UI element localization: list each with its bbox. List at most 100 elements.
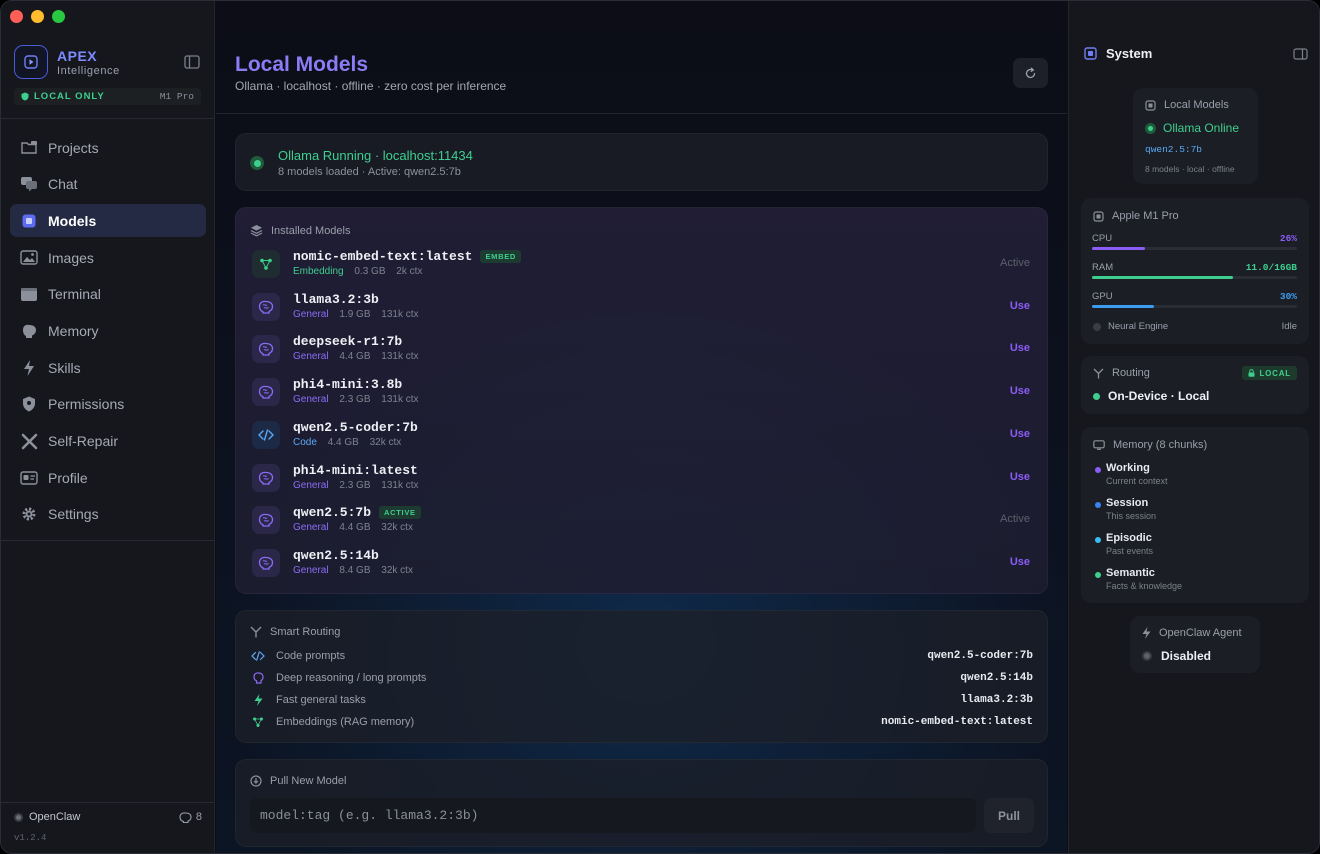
model-meta: General 2.3 GB 131k ctx: [293, 480, 427, 491]
shield-check-icon: [21, 92, 29, 101]
cpu-icon: [20, 212, 38, 230]
model-context: 32k ctx: [381, 522, 413, 534]
model-tag-input[interactable]: model:tag (e.g. llama3.2:3b): [250, 798, 976, 833]
use-model-button[interactable]: Use: [1010, 300, 1030, 312]
sidebar-item-chat[interactable]: Chat: [10, 168, 206, 201]
local-badge: LOCAL: [1242, 366, 1297, 380]
brain-icon: [252, 335, 280, 364]
routing-mode-dot: [1093, 392, 1100, 400]
local-only-badge: LOCAL ONLY M1 Pro: [14, 88, 201, 105]
routing-rule-model: qwen2.5-coder:7b: [927, 650, 1033, 662]
image-icon: [20, 249, 38, 267]
local-models-header: Local Models: [1145, 99, 1229, 111]
cpu-icon: [1093, 210, 1104, 222]
gpu-bar: [1092, 305, 1297, 308]
sidebar-nav: Projects Chat Models Images Terminal Mem…: [10, 131, 206, 535]
use-model-button[interactable]: Use: [1010, 556, 1030, 568]
divider: [1, 118, 215, 119]
model-meta: General 8.4 GB 32k ctx: [293, 565, 421, 576]
routing-rule-row: Embeddings (RAG memory) nomic-embed-text…: [250, 714, 1033, 730]
sidebar: APEX Intelligence LOCAL ONLY M1 Pro Proj…: [1, 1, 215, 853]
sidebar-item-projects[interactable]: Projects: [10, 131, 206, 164]
id-card-icon: [20, 469, 38, 487]
model-category: General: [293, 564, 329, 576]
model-row: phi4-mini:latest General 2.3 GB 131k ctx…: [250, 461, 1036, 501]
installed-models-title: Installed Models: [271, 224, 351, 237]
close-window-button[interactable]: [10, 10, 23, 23]
sidebar-item-memory[interactable]: Memory: [10, 314, 206, 347]
sidebar-item-settings[interactable]: Settings: [10, 498, 206, 531]
bolt-icon: [1142, 627, 1151, 639]
brain-icon: [252, 463, 280, 492]
memory-title: Memory (8 chunks): [1113, 439, 1208, 451]
use-model-button[interactable]: Use: [1010, 428, 1030, 440]
model-category: General: [293, 479, 329, 491]
sidebar-item-profile[interactable]: Profile: [10, 461, 206, 494]
active-model-label: Active: [1000, 257, 1030, 269]
model-name-row: deepseek-r1:7b: [293, 334, 402, 349]
installed-models-header: Installed Models: [250, 224, 351, 237]
chip-label: M1 Pro: [159, 91, 194, 102]
sidebar-item-self-repair[interactable]: Self-Repair: [10, 425, 206, 458]
agent-status-dot: [1142, 651, 1152, 661]
app-window: APEX Intelligence LOCAL ONLY M1 Pro Proj…: [0, 0, 1320, 854]
local-models-card: Local Models Ollama Online qwen2.5:7b 8 …: [1133, 88, 1258, 184]
pull-button[interactable]: Pull: [984, 798, 1034, 833]
hardware-header: Apple M1 Pro: [1093, 210, 1179, 222]
model-name-row: qwen2.5-coder:7b: [293, 420, 418, 435]
model-row: qwen2.5:14b General 8.4 GB 32k ctx Use: [250, 546, 1036, 586]
maximize-window-button[interactable]: [52, 10, 65, 23]
use-model-button[interactable]: Use: [1010, 385, 1030, 397]
status-subtitle: 8 models loaded · Active: qwen2.5:7b: [278, 166, 461, 178]
use-model-button[interactable]: Use: [1010, 342, 1030, 354]
model-row: deepseek-r1:7b General 4.4 GB 131k ctx U…: [250, 332, 1036, 372]
sidebar-item-models[interactable]: Models: [10, 204, 206, 238]
model-size: 4.4 GB: [327, 436, 359, 448]
routing-icon: [250, 626, 262, 638]
openclaw-agent-header: OpenClaw Agent: [1142, 627, 1242, 639]
model-row: qwen2.5:7b ACTIVE General 4.4 GB 32k ctx …: [250, 503, 1036, 543]
agent-footer[interactable]: OpenClaw 8: [14, 811, 202, 823]
sidebar-item-skills[interactable]: Skills: [10, 351, 206, 384]
sidebar-collapse-icon[interactable]: [184, 55, 200, 74]
cpu-icon: [1084, 47, 1097, 60]
model-name: qwen2.5:14b: [293, 547, 379, 563]
minimize-window-button[interactable]: [31, 10, 44, 23]
local-models-meta: 8 models · local · offline: [1145, 164, 1235, 174]
cpu-icon: [1145, 99, 1156, 111]
model-context: 2k ctx: [396, 266, 423, 277]
model-category: General: [293, 308, 329, 320]
ollama-status-card: Ollama Running · localhost:11434 8 model…: [235, 133, 1048, 191]
refresh-button[interactable]: [1013, 58, 1048, 88]
brain-icon: [250, 672, 266, 684]
sidebar-item-label: Projects: [48, 139, 99, 156]
sidebar-item-terminal[interactable]: Terminal: [10, 278, 206, 311]
agent-name: OpenClaw: [29, 811, 81, 823]
model-context: 131k ctx: [381, 394, 419, 406]
routing-rule-label: Fast general tasks: [276, 694, 366, 706]
bolt-icon: [250, 694, 266, 706]
model-context: 32k ctx: [369, 436, 402, 448]
sidebar-item-label: Terminal: [48, 286, 101, 303]
brand: APEX Intelligence: [14, 45, 120, 79]
use-model-button[interactable]: Use: [1010, 471, 1030, 483]
terminal-icon: [20, 285, 38, 303]
smart-routing-title: Smart Routing: [270, 626, 341, 638]
memory-tier-title: Episodic: [1106, 532, 1152, 544]
wrench-icon: [20, 432, 38, 450]
model-tag-badge: EMBED: [480, 250, 522, 263]
ram-label: RAM: [1092, 262, 1114, 273]
model-size: 0.3 GB: [354, 266, 386, 277]
traffic-lights: [10, 10, 65, 23]
memory-header: Memory (8 chunks): [1093, 439, 1207, 451]
routing-status-header: Routing: [1093, 367, 1150, 379]
sidebar-item-images[interactable]: Images: [10, 241, 206, 274]
model-name: llama3.2:3b: [293, 291, 379, 307]
panel-toggle-icon[interactable]: [1293, 47, 1308, 65]
brain-icon: [179, 811, 192, 823]
model-name: phi4-mini:3.8b: [293, 377, 403, 393]
sidebar-item-permissions[interactable]: Permissions: [10, 388, 206, 421]
sidebar-item-label: Settings: [48, 506, 99, 523]
agent-status: Disabled: [1142, 649, 1211, 663]
routing-rule-row: Code prompts qwen2.5-coder:7b: [250, 648, 1033, 664]
